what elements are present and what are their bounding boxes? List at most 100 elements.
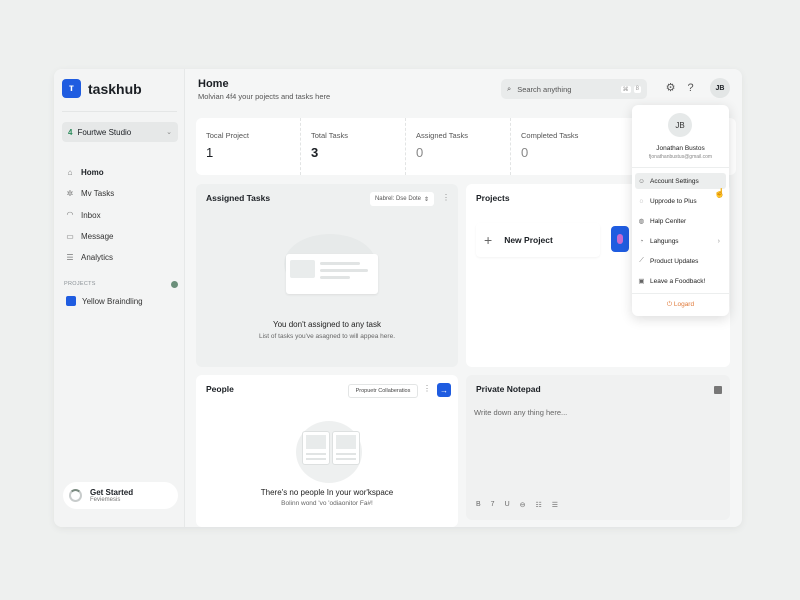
bold-button[interactable]: B [476,501,481,509]
inbox-icon: ◠ [66,210,74,220]
menu-item-help-center[interactable]: ◍ Halp Cenlter [635,213,726,229]
stat-value: 0 [521,145,529,160]
menu-item-label: Leave a Foodback! [650,277,706,285]
strike-button[interactable]: ⊖ [520,501,526,509]
app-name: taskhub [88,80,142,97]
shortcut-key: 8 [633,85,641,93]
assigned-tasks-card: Assigned Tasks Nabrel: Dse Dote ⇕ ⋮ You … [196,184,458,367]
empty-state-subtitle: List of tasks you've asagned to will app… [258,333,396,340]
more-options-icon[interactable]: ⋮ [442,193,450,202]
menu-user-name: Jonathan Bustos [656,145,705,152]
people-filter-label: Propuetr Collaberatios [355,388,411,394]
sidebar-item-inbox[interactable]: ◠ Inbox [66,205,114,226]
notepad-toolbar: B 7 U ⊖ ☷ ☰ [476,501,558,509]
new-project-label: New Project [504,235,553,245]
underline-button[interactable]: U [505,501,510,509]
sidebar-item-home[interactable]: ⌂ Homo [66,162,114,183]
project-icon [66,296,76,306]
message-icon: ▭ [66,231,74,241]
analytics-icon: ☰ [66,252,74,262]
tasks-icon: ✲ [66,188,74,198]
sort-dropdown[interactable]: Nabrel: Dse Dote ⇕ [370,192,434,206]
sort-label: Nabrel: Dse Dote [374,196,421,202]
project-thumbnail[interactable] [611,226,629,252]
menu-item-label: Halp Cenlter [650,217,687,225]
chevron-updown-icon: ⌄ [166,129,172,136]
upgrade-icon: ◌ [639,197,644,205]
italic-button[interactable]: 7 [491,501,495,509]
people-title: People [206,384,234,394]
empty-state-subtitle: Bolinn wond 'vo 'odiaonitor Fa#! [281,500,373,507]
plus-icon: + [484,232,493,248]
sidebar: ᴛ taskhub 4 Fourtwe Studio ⌄ ⌂ Homo ✲ Mv… [54,69,185,527]
notepad-textarea[interactable]: Write down any thing here... [474,408,567,417]
notepad-title: Private Notepad [476,384,541,394]
add-people-button[interactable]: → [437,383,451,397]
page-subtitle: Molvian 4f4 your pojects and tasks here [198,92,331,101]
sidebar-item-analytics[interactable]: ☰ Analytics [66,247,114,268]
assigned-tasks-title: Assigned Tasks [206,193,271,203]
sidebar-project-item[interactable]: Yellow Braindling [66,296,143,306]
get-started-title: Get Started [90,488,134,497]
stat-value: 0 [416,145,424,160]
list-button[interactable]: ☷ [536,501,542,509]
more-options-icon[interactable]: ⋮ [423,384,431,393]
avatar[interactable]: JB [710,78,730,98]
projects-heading: PROJECTS [64,281,96,287]
help-icon[interactable]: ? [684,82,697,95]
sidebar-item-label: Message [81,232,114,242]
stat-label: Total Tasks [311,131,348,140]
stat-value: 1 [206,145,214,160]
get-started-card[interactable]: Get Started Feviemesis [63,482,178,509]
mouse-cursor-icon: ☝ [714,188,726,198]
people-card: People Propuetr Collaberatios ⋮ → There'… [196,375,458,527]
logout-button[interactable]: ⏻ Logard [632,301,729,309]
logout-icon: ⏻ [666,301,674,308]
lock-icon[interactable] [714,386,722,394]
sidebar-item-label: Mv Tasks [81,189,115,199]
sidebar-nav: ⌂ Homo ✲ Mv Tasks ◠ Inbox ▭ Message ☰ An… [66,162,114,268]
settings-gear-icon[interactable]: ⚙ [664,82,677,95]
menu-avatar: JB [668,113,692,137]
empty-people-illustration [332,431,360,465]
workspace-icon: 4 [68,127,73,137]
arrow-right-icon: → [440,385,448,395]
menu-item-label: Account Settings [650,177,699,185]
profile-menu: JB Jonathan Bustos fjonathanbustus@gmail… [632,105,729,316]
chevron-updown-icon: ⇕ [424,196,430,203]
app-logo[interactable]: ᴛ taskhub [62,79,142,98]
empty-tasks-illustration [286,254,378,294]
get-started-subtitle: Feviemesis [90,497,121,503]
project-label: Yellow Braindling [82,296,143,306]
divider [632,293,729,294]
account-icon: ☺ [638,177,645,185]
sidebar-item-label: Homo [81,168,104,178]
menu-item-feedback[interactable]: ▣ Leave a Foodback! [635,273,726,289]
workspace-selector[interactable]: 4 Fourtwe Studio ⌄ [62,122,178,142]
sidebar-item-my-tasks[interactable]: ✲ Mv Tasks [66,183,115,204]
sidebar-item-message[interactable]: ▭ Message [66,226,114,247]
people-filter-dropdown[interactable]: Propuetr Collaberatios [348,384,418,398]
menu-item-product-updates[interactable]: ⟋ Product Updates [635,253,726,269]
empty-state-title: You don't assigned to any task [273,320,381,329]
stat-label: Tocal Project [206,131,249,140]
menu-item-language[interactable]: ◔ Lahgungs › [635,233,726,249]
search-placeholder: Search anything [517,84,572,94]
page-title: Home [198,78,229,90]
app-window: ᴛ taskhub 4 Fourtwe Studio ⌄ ⌂ Homo ✲ Mv… [54,69,742,527]
stat-completed-tasks: Completed Tasks 0 [511,118,616,175]
search-shortcut: ⌘ 8 [620,85,641,93]
menu-item-upgrade[interactable]: ◌ Upprode to Plus [635,193,726,209]
new-project-button[interactable]: + New Project [476,223,600,257]
menu-item-label: Lahgungs [650,237,679,245]
add-project-button[interactable] [171,281,178,288]
logo-icon: ᴛ [62,79,81,98]
menu-item-account-settings[interactable]: ☺ Account Settings [635,173,726,189]
search-input[interactable]: ⌕ Search anything ⌘ 8 [501,79,647,99]
numbered-list-button[interactable]: ☰ [552,501,558,509]
workspace-name: Fourtwe Studio [77,127,132,137]
menu-item-label: Upprode to Plus [650,197,697,205]
updates-icon: ⟋ [639,257,644,264]
help-icon: ◍ [638,218,645,225]
feedback-icon: ▣ [638,278,645,285]
